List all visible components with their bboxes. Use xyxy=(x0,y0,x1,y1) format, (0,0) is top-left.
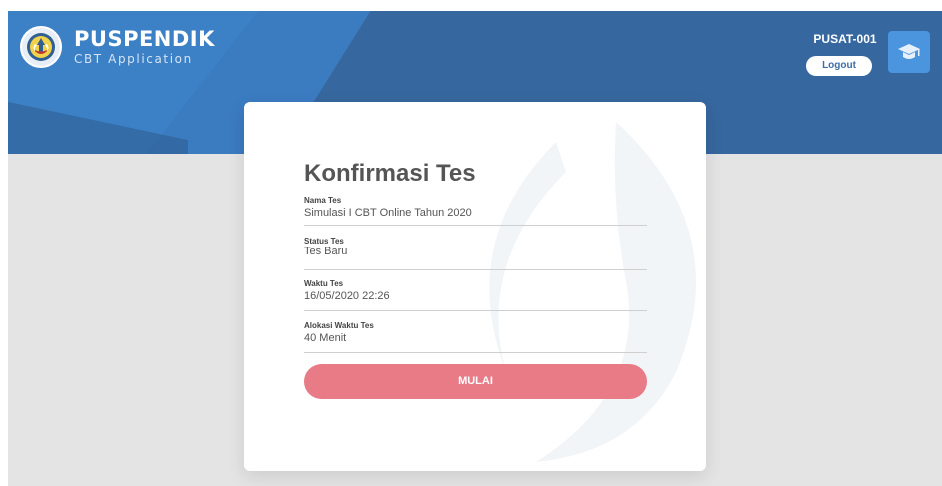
page-title: Konfirmasi Tes xyxy=(304,160,476,187)
tut-wuri-handayani-logo xyxy=(20,26,62,68)
field-label: Nama Tes xyxy=(304,196,342,205)
app-frame: PUSPENDIK CBT Application PUSAT-001 Logo… xyxy=(0,0,942,486)
field-status-tes: Status Tes Tes Baru xyxy=(304,237,647,270)
field-label: Waktu Tes xyxy=(304,279,344,288)
confirmation-card: Konfirmasi Tes Nama Tes Simulasi I CBT O… xyxy=(244,102,706,471)
brand-text: PUSPENDIK CBT Application xyxy=(74,28,215,66)
field-value: Tes Baru xyxy=(304,247,348,254)
brand-name: PUSPENDIK xyxy=(74,27,215,51)
brand-subtitle: CBT Application xyxy=(74,52,193,66)
avatar[interactable] xyxy=(888,31,930,73)
graduation-cap-icon xyxy=(898,44,920,59)
field-label: Status Tes xyxy=(304,237,344,246)
brand: PUSPENDIK CBT Application xyxy=(20,26,215,68)
start-button[interactable]: MULAI xyxy=(304,364,647,399)
field-value: Simulasi I CBT Online Tahun 2020 xyxy=(304,207,472,219)
field-waktu-tes: Waktu Tes 16/05/2020 22:26 xyxy=(304,279,647,311)
field-alokasi-waktu: Alokasi Waktu Tes 40 Menit xyxy=(304,321,647,353)
field-value: 40 Menit xyxy=(304,332,347,344)
user-code: PUSAT-001 xyxy=(813,32,877,46)
field-value: 16/05/2020 22:26 xyxy=(304,290,390,302)
field-label: Alokasi Waktu Tes xyxy=(304,321,374,330)
logout-button[interactable]: Logout xyxy=(806,56,872,76)
field-nama-tes: Nama Tes Simulasi I CBT Online Tahun 202… xyxy=(304,196,647,226)
